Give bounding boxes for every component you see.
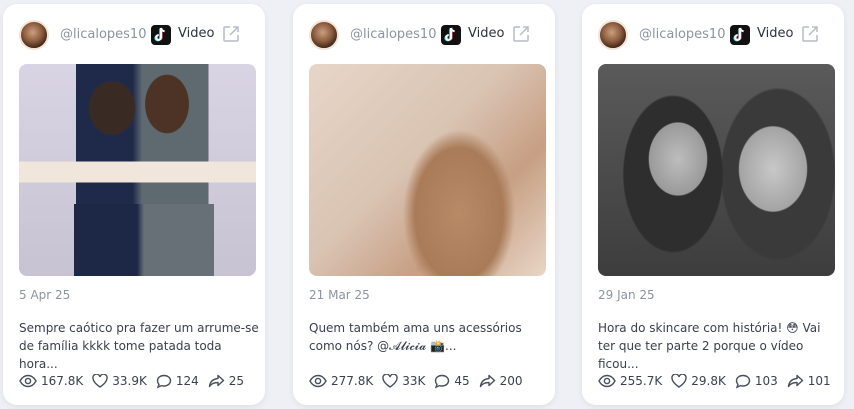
views-count: 255.7K (620, 374, 663, 388)
video-card[interactable]: @licalopes10 Video 21 Mar 25 Quem também… (293, 4, 555, 405)
external-link-icon[interactable] (511, 24, 531, 44)
shares-count: 25 (228, 374, 245, 388)
video-card[interactable]: @licalopes10 Video 5 Apr 25 Sempre caóti… (3, 4, 265, 405)
post-date: 5 Apr 25 (19, 288, 71, 302)
share-icon (787, 374, 803, 388)
video-thumbnail[interactable] (19, 64, 256, 276)
eye-icon (309, 374, 327, 388)
caption-line: Quem também ama uns acessórios (309, 321, 522, 335)
caption-line: de família kkkk tome patada toda hora... (19, 339, 222, 371)
comments-count: 124 (175, 374, 199, 388)
share-icon (208, 374, 224, 388)
post-caption: Sempre caótico pra fazer um arrume-se de… (19, 319, 259, 373)
tiktok-icon (151, 25, 171, 45)
likes-count: 29.8K (691, 374, 726, 388)
heart-icon (671, 374, 687, 388)
shares-count: 200 (499, 374, 523, 388)
comments-stat: 103 (735, 374, 778, 389)
card-header: @licalopes10 Video (582, 18, 844, 52)
likes-count: 33.9K (112, 374, 147, 388)
comments-stat: 45 (434, 374, 470, 389)
views-stat: 255.7K (598, 374, 662, 388)
avatar[interactable] (19, 20, 49, 50)
post-date: 29 Jan 25 (598, 288, 655, 302)
comments-stat: 124 (156, 374, 199, 389)
eye-icon (598, 374, 616, 388)
views-stat: 167.8K (19, 374, 83, 388)
platform-label: Video (178, 26, 215, 41)
heart-icon (382, 374, 398, 388)
external-link-icon[interactable] (800, 24, 820, 44)
likes-stat: 33.9K (92, 374, 147, 388)
shares-stat: 25 (208, 374, 244, 388)
video-card[interactable]: @licalopes10 Video 29 Jan 25 Hora do ski… (582, 4, 844, 405)
tiktok-icon (730, 25, 750, 45)
video-thumbnail[interactable] (309, 64, 546, 276)
avatar[interactable] (598, 20, 628, 50)
caption-line: ter que ter parte 2 porque o vídeo ficou… (598, 339, 804, 371)
post-caption: Hora do skincare com história! 😳 Vai ter… (598, 319, 838, 373)
comment-icon (435, 374, 450, 389)
username[interactable]: @licalopes10 (350, 27, 436, 42)
heart-icon (92, 374, 108, 388)
caption-line: como nós? @𝓐𝓵𝓲𝓬𝓲𝓪 📸... (309, 339, 457, 353)
comments-count: 103 (754, 374, 778, 388)
platform-label: Video (468, 26, 505, 41)
likes-stat: 33K (382, 374, 425, 388)
likes-stat: 29.8K (671, 374, 726, 388)
views-count: 277.8K (331, 374, 374, 388)
card-header: @licalopes10 Video (293, 18, 555, 52)
external-link-icon[interactable] (221, 24, 241, 44)
shares-count: 101 (807, 374, 831, 388)
video-thumbnail[interactable] (598, 64, 835, 276)
comment-icon (735, 374, 751, 389)
shares-stat: 101 (787, 374, 831, 388)
caption-line: Hora do skincare com história! 😳 Vai (598, 321, 821, 335)
stats-row: 277.8K 33K 45 200 (309, 371, 523, 391)
username[interactable]: @licalopes10 (639, 27, 725, 42)
post-date: 21 Mar 25 (309, 288, 370, 302)
eye-icon (19, 374, 37, 388)
post-caption: Quem também ama uns acessórios como nós?… (309, 319, 549, 355)
stats-row: 255.7K 29.8K 103 101 (598, 371, 831, 391)
username[interactable]: @licalopes10 (60, 27, 146, 42)
comment-icon (156, 374, 172, 389)
likes-count: 33K (402, 374, 426, 388)
comments-count: 45 (454, 374, 470, 388)
share-icon (479, 374, 495, 388)
caption-line: Sempre caótico pra fazer um arrume-se (19, 321, 259, 335)
card-header: @licalopes10 Video (3, 18, 265, 52)
avatar[interactable] (309, 20, 339, 50)
stats-row: 167.8K 33.9K 124 25 (19, 371, 244, 391)
shares-stat: 200 (479, 374, 523, 388)
platform-label: Video (757, 26, 794, 41)
views-stat: 277.8K (309, 374, 373, 388)
views-count: 167.8K (41, 374, 84, 388)
tiktok-icon (441, 25, 461, 45)
